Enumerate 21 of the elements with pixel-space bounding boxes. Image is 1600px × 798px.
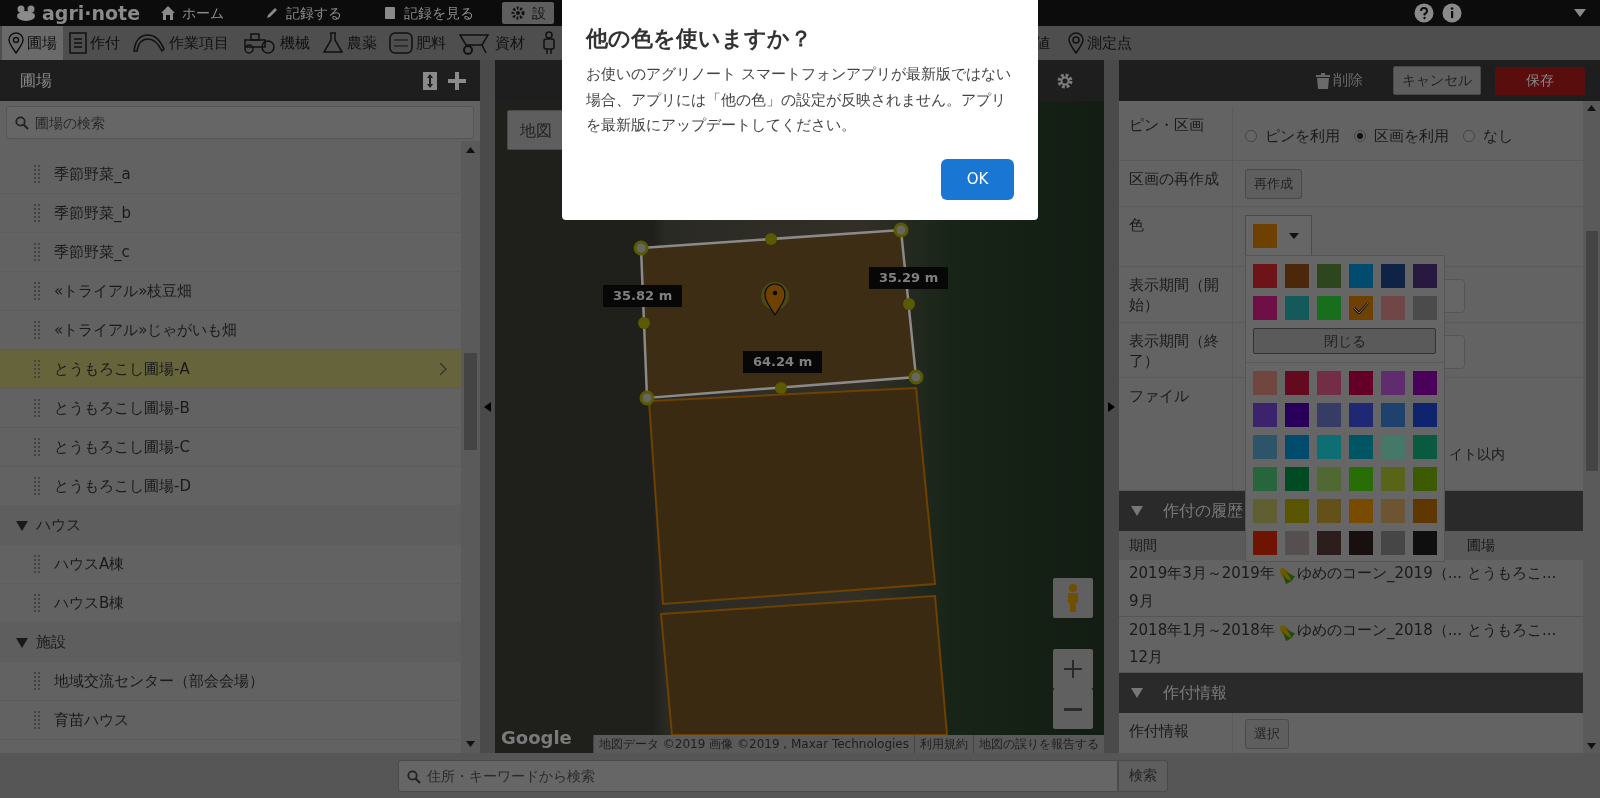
distance-label: 64.24 m bbox=[743, 351, 823, 373]
panel-title: 圃場 bbox=[20, 69, 52, 92]
distance-label: 35.29 m bbox=[869, 267, 949, 289]
field-label: 区画の再作成 bbox=[1119, 161, 1233, 206]
distance-label: 35.82 m bbox=[603, 285, 683, 307]
field-label: 色 bbox=[1119, 207, 1233, 266]
field-label: ピン・区画 bbox=[1119, 107, 1233, 160]
field-label: ファイル bbox=[1119, 378, 1233, 490]
field-label: 表示期間（開始） bbox=[1119, 267, 1233, 322]
dialog-title: 他の色を使いますか？ bbox=[586, 26, 813, 53]
table-cell-text: 2019年3月～2019年9月 bbox=[1128, 563, 1276, 612]
file-note: イト以内 bbox=[1449, 445, 1505, 464]
column-header: 圃場 bbox=[1467, 536, 1496, 555]
table-cell-text: とうもろこ... bbox=[1467, 563, 1558, 584]
dialog-message: お使いのアグリノート スマートフォンアプリが最新版ではない場合、アプリには「他の色」の設定が反映されません。アプリを最新版にアップデートしてください。 bbox=[586, 65, 1012, 136]
table-cell-text: 2018年1月～2018年12月 bbox=[1128, 619, 1276, 669]
field-label: 表示期間（終了） bbox=[1119, 323, 1233, 377]
map-provider-logo: Google bbox=[501, 726, 572, 750]
table-cell-text: とうもろこ... bbox=[1467, 619, 1558, 641]
app-logo: agri·note bbox=[42, 0, 141, 26]
column-header: 期間 bbox=[1129, 537, 1157, 553]
